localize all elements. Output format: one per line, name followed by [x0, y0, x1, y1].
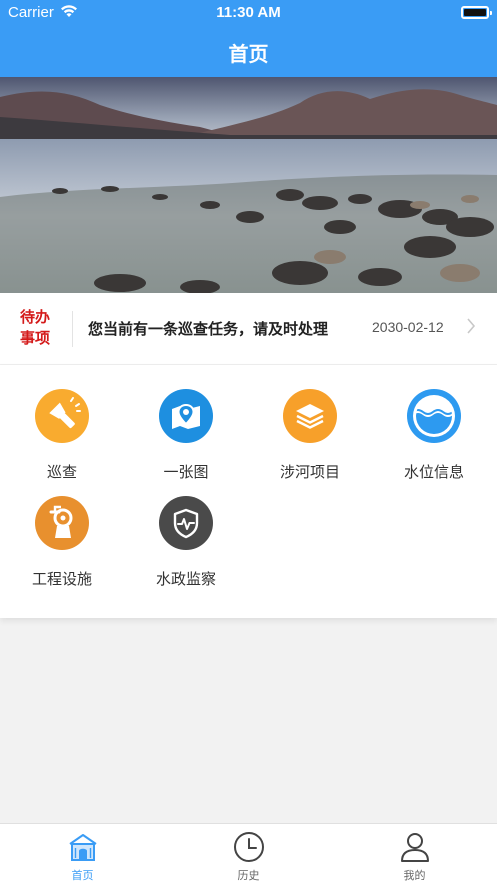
grid-item-patrol[interactable]: 巡查	[0, 365, 124, 481]
tab-profile[interactable]: 我的	[332, 824, 497, 883]
flashlight-icon	[35, 389, 89, 443]
map-pin-icon	[159, 389, 213, 443]
feature-grid: 巡查 一张图 涉河项目 水位信息 工程设施 水政监察	[0, 365, 497, 618]
app-header: Carrier 11:30 AM 首页	[0, 0, 497, 77]
tab-bar: 首页 历史 我的	[0, 823, 497, 883]
tab-label: 历史	[237, 869, 260, 882]
notice-message: 您当前有一条巡查任务，请及时处理	[88, 320, 329, 338]
tab-history[interactable]: 历史	[166, 824, 331, 883]
layers-icon	[283, 389, 337, 443]
tab-label: 首页	[71, 869, 94, 882]
pump-icon	[35, 496, 89, 550]
todo-tag: 待办事项	[20, 308, 51, 347]
grid-item-water-level[interactable]: 水位信息	[372, 365, 496, 481]
chevron-right-icon	[466, 317, 476, 339]
grid-item-water-supervision[interactable]: 水政监察	[124, 472, 248, 588]
todo-notice[interactable]: 待办事项 您当前有一条巡查任务，请及时处理 2030-02-12	[0, 293, 497, 365]
notice-divider	[72, 311, 73, 347]
clock-icon	[233, 831, 265, 863]
status-bar: Carrier 11:30 AM	[0, 0, 497, 26]
grid-item-label: 工程设施	[31, 570, 92, 588]
grid-item-river-projects[interactable]: 涉河项目	[248, 365, 372, 481]
user-icon	[399, 831, 431, 863]
battery-icon	[461, 6, 492, 19]
grid-item-label: 涉河项目	[279, 463, 340, 481]
notice-date: 2030-02-12	[372, 319, 444, 335]
tab-label: 我的	[403, 869, 426, 882]
grid-item-label: 水政监察	[155, 570, 216, 588]
home-icon	[67, 831, 99, 863]
shield-icon	[159, 496, 213, 550]
grid-item-label: 水位信息	[403, 463, 464, 481]
grid-item-facilities[interactable]: 工程设施	[0, 472, 124, 588]
status-time: 11:30 AM	[216, 4, 281, 21]
water-level-icon	[407, 389, 461, 443]
page-title: 首页	[228, 42, 269, 66]
tab-home[interactable]: 首页	[0, 824, 165, 883]
grid-item-map[interactable]: 一张图	[124, 365, 248, 481]
banner-image[interactable]	[0, 77, 497, 293]
